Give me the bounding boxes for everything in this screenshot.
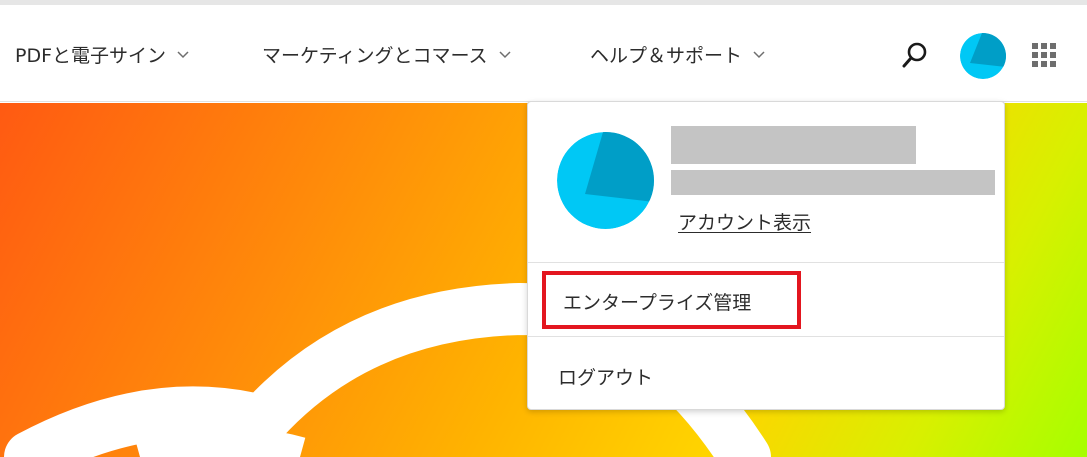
- enterprise-admin-menu-item[interactable]: エンタープライズ管理: [563, 288, 751, 315]
- user-avatar-button[interactable]: [960, 33, 1006, 79]
- apps-grid-icon: [1032, 43, 1056, 67]
- search-button[interactable]: [900, 40, 930, 70]
- menu-divider: [528, 262, 1004, 263]
- nav-marketing-commerce[interactable]: マーケティングとコマース: [262, 39, 512, 69]
- nav-help-support[interactable]: ヘルプ＆サポート: [590, 39, 766, 69]
- view-account-link[interactable]: アカウント表示: [678, 208, 811, 235]
- top-navbar: PDFと電子サイン マーケティングとコマース ヘルプ＆サポート: [0, 5, 1087, 102]
- apps-menu-button[interactable]: [1032, 43, 1060, 71]
- nav-help-support-label: ヘルプ＆サポート: [590, 44, 743, 67]
- avatar: [960, 33, 1006, 79]
- redacted-user-email: [671, 170, 995, 195]
- account-dropdown: アカウント表示 エンタープライズ管理 ログアウト: [527, 101, 1005, 410]
- redacted-user-name: [671, 126, 916, 164]
- chevron-down-icon: [499, 51, 511, 59]
- profile-avatar: [557, 132, 654, 229]
- logout-menu-item[interactable]: ログアウト: [558, 363, 653, 390]
- menu-divider: [528, 336, 1004, 337]
- chevron-down-icon: [753, 51, 765, 59]
- nav-pdf-esign[interactable]: PDFと電子サイン: [15, 39, 190, 69]
- chevron-down-icon: [177, 51, 189, 59]
- nav-pdf-esign-label: PDFと電子サイン: [15, 44, 167, 67]
- nav-marketing-commerce-label: マーケティングとコマース: [262, 44, 488, 67]
- avatar: [557, 132, 654, 229]
- search-icon: [902, 42, 927, 68]
